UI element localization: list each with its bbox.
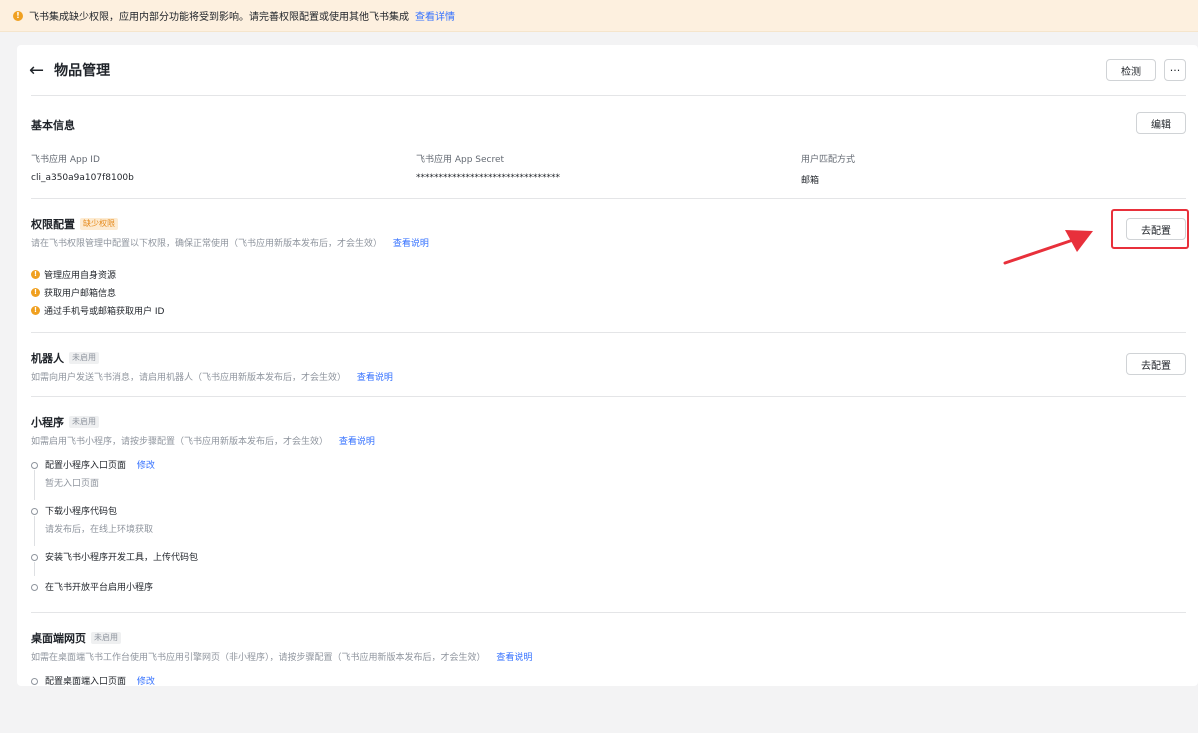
- permission-title: 权限配置: [31, 218, 75, 231]
- desktop-desc: 如需在桌面端飞书工作台使用飞书应用引擎网页（非小程序），请按步骤配置（飞书应用新…: [31, 653, 486, 663]
- desktop-steps: 配置桌面端入口页面 修改: [31, 674, 155, 692]
- warning-icon: !: [31, 305, 40, 315]
- permission-desc: 请在飞书权限管理中配置以下权限，确保正常使用（飞书应用新版本发布后，才会生效）: [31, 239, 383, 249]
- desktop-desc-row: 如需在桌面端飞书工作台使用飞书应用引擎网页（非小程序），请按步骤配置（飞书应用新…: [31, 650, 532, 663]
- banner-text: 飞书集成缺少权限，应用内部分功能将受到影响。请完善权限配置或使用其他飞书集成: [29, 12, 409, 23]
- edit-button[interactable]: 编辑: [1136, 112, 1186, 134]
- permission-item-label: 管理应用自身资源: [44, 270, 117, 281]
- robot-title-row: 机器人 未启用: [31, 350, 393, 366]
- user-match-label: 用户匹配方式: [801, 155, 856, 165]
- permission-item: ! 获取用户邮箱信息: [31, 283, 164, 301]
- step-title: 安装飞书小程序开发工具，上传代码包: [45, 553, 199, 563]
- warning-icon: !: [31, 269, 40, 279]
- mini-desc: 如需启用飞书小程序，请按步骤配置（飞书应用新版本发布后，才会生效）: [31, 437, 329, 447]
- page-header: ← 物品管理 检测 ···: [29, 45, 1186, 96]
- red-arrow-annotation: [1003, 230, 1093, 265]
- permission-configure-button[interactable]: 去配置: [1126, 218, 1186, 240]
- permission-title-row: 权限配置 缺少权限: [31, 216, 429, 232]
- permission-item-label: 获取用户邮箱信息: [44, 288, 117, 299]
- step-edit-link[interactable]: 修改: [137, 461, 155, 471]
- banner-details-link[interactable]: 查看详情: [415, 8, 455, 23]
- back-arrow-icon[interactable]: ←: [29, 60, 44, 81]
- step-subtitle: 请发布后，在线上环境获取: [45, 525, 154, 535]
- step-circle-icon: [31, 508, 38, 515]
- step-item: 配置小程序入口页面 修改 暂无入口页面: [31, 458, 198, 504]
- mini-title: 小程序: [31, 416, 64, 429]
- desktop-title-row: 桌面端网页 未启用: [31, 630, 532, 646]
- robot-status-badge: 未启用: [69, 352, 99, 364]
- app-id-value: cli_a350a9a107f8100b: [31, 173, 134, 183]
- mini-desc-row: 如需启用飞书小程序，请按步骤配置（飞书应用新版本发布后，才会生效） 查看说明: [31, 434, 375, 447]
- step-subtitle: 暂无入口页面: [45, 479, 100, 489]
- main-card: ← 物品管理 检测 ··· 基本信息 编辑 飞书应用 App ID cli_a3…: [17, 45, 1198, 687]
- check-button[interactable]: 检测: [1106, 59, 1156, 81]
- app-id-field: 飞书应用 App ID cli_a350a9a107f8100b: [31, 152, 134, 183]
- mini-status-badge: 未启用: [69, 416, 99, 428]
- permission-section: 权限配置 缺少权限 请在飞书权限管理中配置以下权限，确保正常使用（飞书应用新版本…: [31, 199, 1189, 333]
- mini-program-section: 小程序 未启用 如需启用飞书小程序，请按步骤配置（飞书应用新版本发布后，才会生效…: [31, 397, 1186, 613]
- basic-info-title: 基本信息: [31, 119, 75, 132]
- step-circle-icon: [31, 462, 38, 469]
- step-connector: [34, 516, 35, 546]
- robot-configure-button[interactable]: 去配置: [1126, 353, 1186, 375]
- mini-title-row: 小程序 未启用: [31, 414, 375, 430]
- app-id-label: 飞书应用 App ID: [31, 155, 100, 165]
- step-connector: [34, 562, 35, 576]
- step-item: 下载小程序代码包 请发布后，在线上环境获取: [31, 504, 198, 550]
- permission-desc-row: 请在飞书权限管理中配置以下权限，确保正常使用（飞书应用新版本发布后，才会生效） …: [31, 236, 429, 249]
- robot-desc: 如需向用户发送飞书消息，请启用机器人（飞书应用新版本发布后，才会生效）: [31, 373, 347, 383]
- robot-section: 机器人 未启用 如需向用户发送飞书消息，请启用机器人（飞书应用新版本发布后，才会…: [31, 333, 1186, 397]
- app-secret-value: ********************************: [416, 173, 560, 183]
- user-match-value: 邮箱: [801, 176, 820, 186]
- robot-title: 机器人: [31, 352, 64, 365]
- step-circle-icon: [31, 678, 38, 685]
- mini-steps: 配置小程序入口页面 修改 暂无入口页面 下载小程序代码包 请发布后，在线上环境获…: [31, 458, 198, 598]
- desktop-title: 桌面端网页: [31, 632, 86, 645]
- desktop-status-badge: 未启用: [91, 632, 121, 644]
- robot-help-link[interactable]: 查看说明: [357, 373, 393, 383]
- step-connector: [34, 470, 35, 500]
- basic-info-section: 基本信息 编辑 飞书应用 App ID cli_a350a9a107f8100b…: [31, 96, 1186, 199]
- permission-item: ! 通过手机号或邮箱获取用户 ID: [31, 301, 164, 319]
- app-secret-label: 飞书应用 App Secret: [416, 155, 505, 165]
- page-title: 物品管理: [54, 63, 111, 79]
- permission-help-link[interactable]: 查看说明: [393, 239, 429, 249]
- step-title: 下载小程序代码包: [45, 507, 118, 517]
- step-circle-icon: [31, 554, 38, 561]
- desktop-web-section: 桌面端网页 未启用 如需在桌面端飞书工作台使用飞书应用引擎网页（非小程序），请按…: [31, 613, 1186, 733]
- desktop-help-link[interactable]: 查看说明: [496, 653, 532, 663]
- step-item: 安装飞书小程序开发工具，上传代码包: [31, 550, 198, 580]
- warning-icon: !: [13, 10, 23, 21]
- permission-item-label: 通过手机号或邮箱获取用户 ID: [44, 306, 165, 317]
- step-item: 配置桌面端入口页面 修改: [31, 674, 155, 692]
- missing-permission-badge: 缺少权限: [80, 218, 118, 230]
- step-item: 在飞书开放平台启用小程序: [31, 580, 198, 598]
- permission-warning-banner: ! 飞书集成缺少权限，应用内部分功能将受到影响。请完善权限配置或使用其他飞书集成…: [0, 0, 1198, 32]
- user-match-field: 用户匹配方式 邮箱: [801, 152, 855, 186]
- robot-desc-row: 如需向用户发送飞书消息，请启用机器人（飞书应用新版本发布后，才会生效） 查看说明: [31, 370, 393, 383]
- warning-icon: !: [31, 287, 40, 297]
- step-title: 在飞书开放平台启用小程序: [45, 583, 154, 593]
- step-title: 配置小程序入口页面: [45, 461, 127, 471]
- mini-help-link[interactable]: 查看说明: [339, 437, 375, 447]
- app-secret-field: 飞书应用 App Secret ************************…: [416, 152, 560, 183]
- permission-item: ! 管理应用自身资源: [31, 265, 164, 283]
- more-button[interactable]: ···: [1164, 59, 1186, 81]
- step-circle-icon: [31, 584, 38, 591]
